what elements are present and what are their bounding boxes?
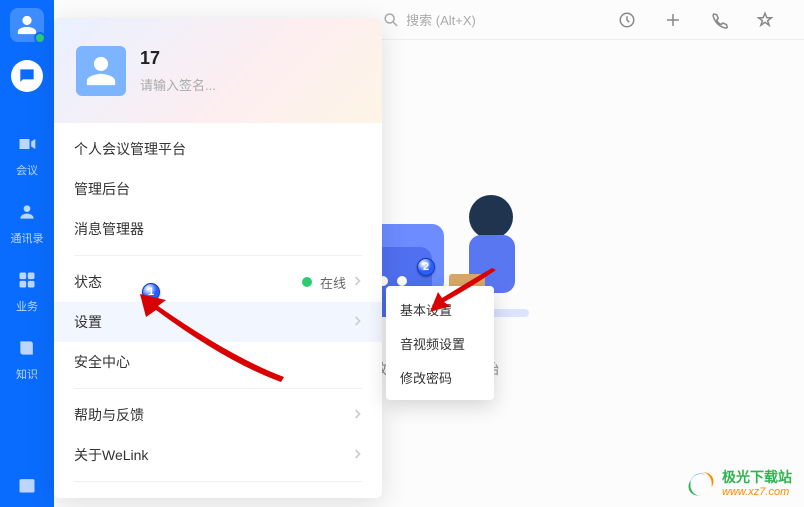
annotation-badge-2: 2 <box>417 258 435 276</box>
menu-status[interactable]: 状态 在线 <box>54 262 382 302</box>
plus-button[interactable] <box>662 9 684 31</box>
profile-header: 17 请输入签名... <box>54 18 382 123</box>
nav-label: 业务 <box>16 298 38 314</box>
menu-message-manager[interactable]: 消息管理器 <box>54 209 382 249</box>
menu-settings[interactable]: 设置 <box>54 302 382 342</box>
nav-knowledge[interactable]: 知识 <box>6 332 48 382</box>
menu-label: 管理后台 <box>74 179 130 199</box>
nav-calendar[interactable] <box>0 475 54 495</box>
watermark: 极光下载站 www.xz7.com <box>686 469 792 499</box>
chevron-right-icon <box>354 275 362 290</box>
left-sidebar: 消息 会议 通讯录 业务 知识 <box>0 0 54 507</box>
video-icon <box>17 134 37 154</box>
search-input[interactable]: 搜索 (Alt+X) <box>382 10 476 29</box>
menu-help[interactable]: 帮助与反馈 <box>54 395 382 435</box>
search-icon <box>382 11 400 29</box>
divider <box>74 481 362 482</box>
avatar[interactable] <box>10 8 44 42</box>
status-dot-icon <box>302 277 312 287</box>
user-icon <box>16 14 38 36</box>
nav-label: 会议 <box>16 162 38 178</box>
profile-name: 17 <box>140 48 216 69</box>
nav-label: 消息 <box>16 94 38 110</box>
profile-avatar[interactable] <box>76 46 126 96</box>
chevron-right-icon <box>354 408 362 423</box>
watermark-icon <box>686 469 716 499</box>
settings-submenu: 基本设置 音视频设置 修改密码 <box>386 286 494 400</box>
watermark-name: 极光下载站 <box>722 470 792 485</box>
menu-logout[interactable]: 退出登录 <box>54 488 382 498</box>
signature-input[interactable]: 请输入签名... <box>140 75 216 94</box>
profile-menu: 个人会议管理平台 管理后台 消息管理器 状态 在线 设置 安全中心 帮助与反馈 … <box>54 123 382 498</box>
nav-business[interactable]: 业务 <box>6 264 48 314</box>
plus-icon <box>664 11 682 29</box>
annotation-badge-1: 1 <box>142 283 160 301</box>
menu-security[interactable]: 安全中心 <box>54 342 382 382</box>
menu-label: 安全中心 <box>74 352 130 372</box>
menu-label: 个人会议管理平台 <box>74 139 186 159</box>
submenu-password[interactable]: 修改密码 <box>386 360 494 394</box>
divider <box>74 388 362 389</box>
nav-label: 通讯录 <box>11 230 44 246</box>
nav-messages[interactable]: 消息 <box>6 60 48 110</box>
submenu-basic[interactable]: 基本设置 <box>386 292 494 326</box>
book-icon <box>17 338 37 358</box>
history-button[interactable] <box>616 9 638 31</box>
menu-personal-meeting[interactable]: 个人会议管理平台 <box>54 129 382 169</box>
menu-label: 帮助与反馈 <box>74 405 144 425</box>
nav-meeting[interactable]: 会议 <box>6 128 48 178</box>
nav-label: 知识 <box>16 366 38 382</box>
nav-contacts[interactable]: 通讯录 <box>6 196 48 246</box>
menu-label: 状态 <box>74 272 102 292</box>
call-button[interactable] <box>708 9 730 31</box>
divider <box>74 255 362 256</box>
calendar-icon <box>17 475 37 495</box>
phone-icon <box>710 11 728 29</box>
chat-icon <box>17 66 37 86</box>
contacts-icon <box>17 202 37 222</box>
watermark-url: www.xz7.com <box>722 486 792 498</box>
status-value: 在线 <box>320 273 346 292</box>
star-button[interactable] <box>754 9 776 31</box>
user-icon <box>84 54 118 88</box>
menu-label: 设置 <box>74 312 102 332</box>
chevron-right-icon <box>354 448 362 463</box>
star-icon <box>756 11 774 29</box>
chevron-right-icon <box>354 315 362 330</box>
search-placeholder: 搜索 (Alt+X) <box>406 10 476 29</box>
menu-label: 消息管理器 <box>74 219 144 239</box>
apps-icon <box>17 270 37 290</box>
menu-admin[interactable]: 管理后台 <box>54 169 382 209</box>
submenu-av[interactable]: 音视频设置 <box>386 326 494 360</box>
online-dot-icon <box>34 32 46 44</box>
menu-label: 关于WeLink <box>74 445 148 465</box>
profile-panel: 17 请输入签名... 个人会议管理平台 管理后台 消息管理器 状态 在线 设置… <box>54 18 382 498</box>
history-icon <box>618 11 636 29</box>
menu-about[interactable]: 关于WeLink <box>54 435 382 475</box>
